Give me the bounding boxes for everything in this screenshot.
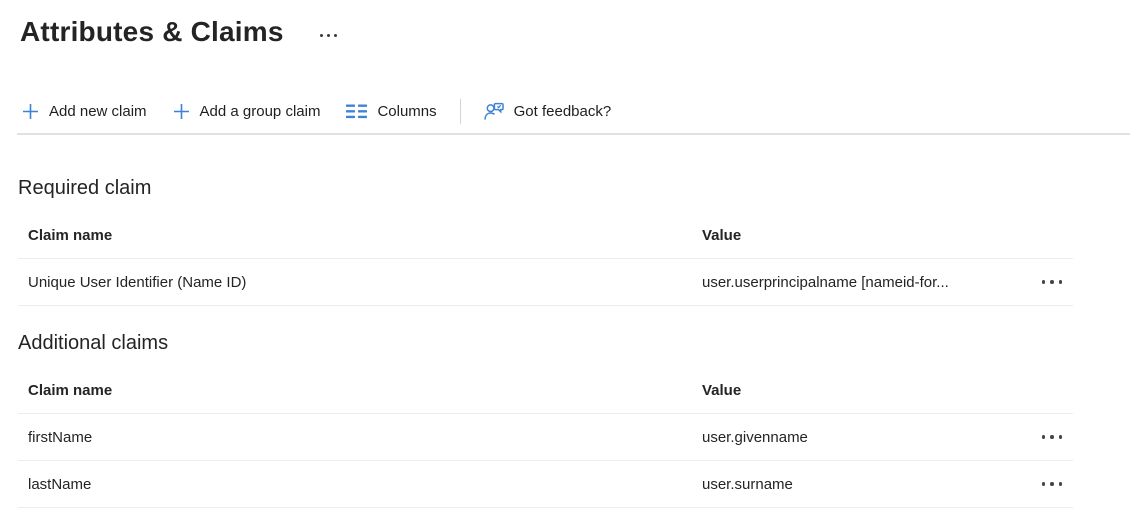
ellipsis-horizontal-icon: [1042, 280, 1063, 284]
ellipsis-horizontal-icon: [320, 34, 337, 37]
column-header-value: Value: [702, 382, 1017, 399]
column-header-value: Value: [702, 227, 1017, 244]
page-context-menu-button[interactable]: [316, 28, 341, 37]
table-row-unique-user-identifier[interactable]: Unique User Identifier (Name ID) user.us…: [18, 259, 1073, 306]
claim-name-cell: lastName: [18, 476, 702, 493]
page-header: Attributes & Claims: [18, 14, 1130, 50]
claim-value-cell: user.surname: [702, 476, 1017, 493]
add-group-claim-button[interactable]: Add a group claim: [160, 94, 334, 128]
row-context-menu-button[interactable]: [1040, 276, 1065, 288]
section-heading-additional-claims: Additional claims: [18, 332, 1130, 355]
ellipsis-horizontal-icon: [1042, 435, 1063, 439]
ellipsis-horizontal-icon: [1042, 482, 1063, 486]
table-header-row: Claim name Value: [18, 213, 1073, 259]
required-claim-section: Required claim Claim name Value Unique U…: [18, 177, 1130, 306]
table-row-lastname[interactable]: lastName user.surname: [18, 461, 1073, 508]
claim-name-cell: Unique User Identifier (Name ID): [18, 274, 702, 291]
additional-claims-section: Additional claims Claim name Value first…: [18, 332, 1130, 508]
columns-label: Columns: [377, 103, 436, 120]
feedback-person-icon: [484, 102, 504, 121]
required-claims-table: Claim name Value Unique User Identifier …: [18, 213, 1073, 306]
got-feedback-button[interactable]: Got feedback?: [471, 94, 625, 128]
add-group-claim-label: Add a group claim: [200, 103, 321, 120]
additional-claims-table: Claim name Value firstName user.givennam…: [18, 368, 1073, 508]
plus-icon: [173, 103, 190, 120]
row-context-menu-button[interactable]: [1040, 431, 1065, 443]
claim-name-cell: firstName: [18, 429, 702, 446]
command-bar: Add new claim Add a group claim Columns: [18, 94, 1130, 128]
table-row-firstname[interactable]: firstName user.givenname: [18, 414, 1073, 461]
toolbar-separator: [460, 99, 461, 124]
plus-icon: [22, 103, 39, 120]
column-header-claim-name: Claim name: [18, 227, 702, 244]
columns-button[interactable]: Columns: [333, 94, 449, 128]
columns-icon: [346, 104, 367, 119]
attributes-claims-page: Attributes & Claims Add new claim Add a …: [0, 0, 1144, 508]
table-header-row: Claim name Value: [18, 368, 1073, 414]
claim-value-cell: user.userprincipalname [nameid-for...: [702, 274, 1017, 291]
page-title: Attributes & Claims: [20, 16, 284, 48]
add-new-claim-button[interactable]: Add new claim: [20, 94, 160, 128]
add-new-claim-label: Add new claim: [49, 103, 147, 120]
row-context-menu-button[interactable]: [1040, 478, 1065, 490]
column-header-claim-name: Claim name: [18, 382, 702, 399]
section-heading-required-claim: Required claim: [18, 177, 1130, 200]
command-bar-divider: [17, 133, 1130, 135]
got-feedback-label: Got feedback?: [514, 103, 612, 120]
claim-value-cell: user.givenname: [702, 429, 1017, 446]
